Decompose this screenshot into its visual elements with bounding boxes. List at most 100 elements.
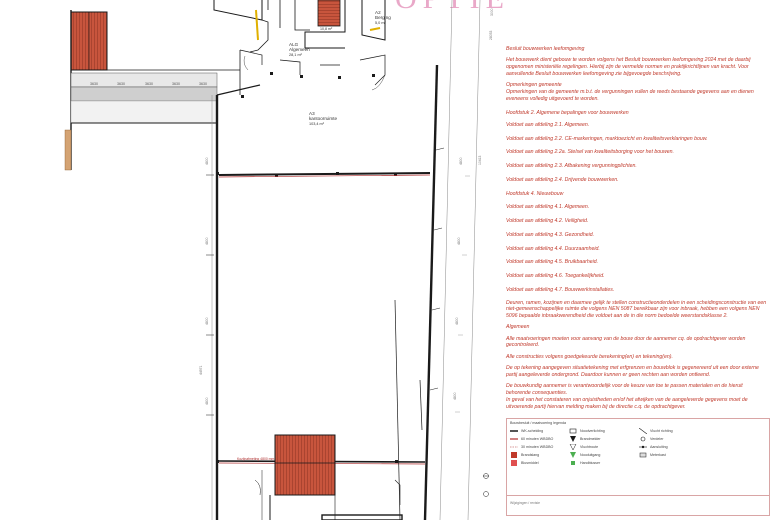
room-alg-name: Algemeen <box>289 47 310 53</box>
legend-item-13: Meterkast <box>639 452 666 458</box>
notes-alg-title: Algemeen <box>506 324 530 331</box>
regulation-notes: Besluit bouwwerken leefomgeving Het bouw… <box>506 46 768 415</box>
upper-left-stair <box>70 11 108 71</box>
legend-label-3: Brandslang <box>521 453 540 457</box>
notes-item-4-6: Voldoet aan afdeling 4.6. Toegankelijkhe… <box>506 273 605 280</box>
legend-item-12: Aansluiting <box>639 444 668 450</box>
dim-left-4: 4800 <box>205 397 209 405</box>
room-a2-area: 5,0 m² <box>375 20 386 25</box>
notes-item-2-3: Voldoet aan afdeling 2.3. Afbakening ver… <box>506 163 637 170</box>
legend-item-2: 30 minuten WBDBO <box>510 444 553 450</box>
legend-label-9: Handblusser <box>580 461 601 465</box>
grid-ticks <box>206 147 445 416</box>
legend-item-3: Brandslang <box>510 452 539 458</box>
legend-label-12: Aansluiting <box>650 445 668 449</box>
legend-label-2: 30 minuten WBDBO <box>521 445 554 449</box>
legend-title: Bouwbesluit / maatvoering legenda <box>510 421 566 425</box>
legend-label-5: Noodverlichting <box>580 429 605 433</box>
legend-label-10: Vlucht richting <box>650 429 673 433</box>
legend-item-8: Nooduitgang <box>569 452 600 458</box>
room-a2-name: Berging <box>375 15 391 21</box>
fire-60-line-icon <box>510 438 518 440</box>
legend-footer: Wijzigingen / revisie <box>510 501 540 505</box>
building-walls <box>211 0 481 520</box>
notes-h2: Hoofdstuk 2. Algemene bepalingen voor bo… <box>506 110 629 117</box>
smoke-detector-icon <box>570 436 576 442</box>
dim-far-right-3: 3000 <box>490 8 494 16</box>
meter-cabinet-icon <box>639 452 647 458</box>
dim-right-3: 4800 <box>455 317 459 325</box>
room-a3-name: kantoorruimte <box>309 116 338 122</box>
legend-item-9: Handblusser <box>569 460 600 466</box>
legend-item-4: Blusmiddel <box>510 460 539 466</box>
notes-item-2-2: Voldoet aan afdeling 2.2. CE-markeringen… <box>506 135 708 142</box>
fire-30-line-icon <box>510 446 518 448</box>
notes-item-2-2a: Voldoet aan afdeling 2.2a. Stelsel van k… <box>506 149 674 156</box>
room-a3-label: A3 kantoorruimte 103,4 m² <box>309 111 337 126</box>
dim-right-4: 4800 <box>453 392 457 400</box>
small-area-label: 10,8 m² <box>320 27 333 31</box>
notes-opm-title: Opmerkingen gemeente <box>506 82 562 89</box>
room-a2-label: A2 Berging 5,0 m² <box>375 10 391 25</box>
dim-far-right-2: 10413 <box>478 155 482 165</box>
fire-hose-icon <box>511 452 517 458</box>
notes-h4: Hoofdstuk 4. Nieuwbouw <box>506 190 564 197</box>
legend-label-11: Verdeler <box>650 437 664 441</box>
notes-opm: Opmerkingen gemeente Opmerkingen van de … <box>506 82 768 102</box>
notes-alg-1: Alle maatvoeringen moeten voor aanvang v… <box>506 335 746 349</box>
dim-left-1: 4800 <box>205 157 209 165</box>
notes-item-4-3: Voldoet aan afdeling 4.3. Gezondheid. <box>506 231 595 238</box>
legend-divider <box>507 495 769 496</box>
dim-top-1: 3630 <box>90 82 98 86</box>
room-a3-area: 103,4 m² <box>309 121 324 126</box>
dim-top-3: 3630 <box>145 82 153 86</box>
fire-separation-lines <box>218 172 431 465</box>
notes-item-2-4: Voldoet aan afdeling 2.4. Drijvende bouw… <box>506 176 619 183</box>
arrow-icon <box>639 428 647 434</box>
notes-item-4-1: Voldoet aan afdeling 4.1. Algemeen. <box>506 204 590 211</box>
notes-item-4-2: Voldoet aan afdeling 4.2. Veiligheid. <box>506 218 589 225</box>
legend-item-1: 60 minuten WBDBO <box>510 436 553 442</box>
legend-item-10: Vlucht richting <box>639 428 673 434</box>
notes-title: Besluit bouwwerken leefomgeving <box>506 46 585 52</box>
emergency-exit-icon <box>570 452 576 458</box>
extinguisher-icon <box>511 460 517 466</box>
legend-box: Bouwbesluit / maatvoering legenda WK-sch… <box>506 418 770 516</box>
columns <box>216 72 398 463</box>
notes-alg-3: De op tekening aangegeven situatietekeni… <box>506 365 759 378</box>
legend-label-6: Brandmelder <box>580 437 601 441</box>
hand-extinguisher-icon <box>571 461 575 465</box>
legend-label-1: 60 minuten WBDBO <box>521 437 554 441</box>
dim-far-right-1: 28053 <box>489 30 493 40</box>
dim-left-total: 44971 <box>199 365 203 375</box>
notes-alg-2: Alle constructies volgens goedgekeurde b… <box>506 353 673 360</box>
dim-right-1: 4800 <box>459 157 463 165</box>
legend-item-11: Verdeler <box>639 436 663 442</box>
legend-label-0: WK-scheiding <box>521 429 544 433</box>
room-alg-area: 28,1 m² <box>289 52 302 57</box>
notes-opm-text: Opmerkingen van de gemeente m.b.t. de ve… <box>506 88 754 102</box>
legend-label-4: Blusmiddel <box>521 461 539 465</box>
notes-alg-4: De bouwkundig aannemer is verantwoordeli… <box>506 383 748 410</box>
dim-top-2: 3630 <box>117 82 125 86</box>
distributor-icon <box>640 436 646 442</box>
legend-label-8: Nooduitgang <box>580 453 601 457</box>
connection-icon <box>639 445 647 449</box>
notes-item-2-1: Voldoet aan afdeling 2.1. Algemeen. <box>506 121 590 128</box>
legend-item-6: Brandmelder <box>569 436 601 442</box>
legend-item-5: Noodverlichting <box>569 428 605 434</box>
lower-stair <box>269 434 336 520</box>
dim-left-2: 4800 <box>205 237 209 245</box>
room-alg-label: ALG Algemeen 28,1 m² <box>289 42 310 57</box>
notes-item-4-5: Voldoet aan afdeling 4.5. Bruikbaarheid. <box>506 259 599 266</box>
notes-deuren: Deuren, ramen, kozijnen en daarmee gelij… <box>506 299 767 320</box>
notes-item-4-4: Voldoet aan afdeling 4.4. Duurzaamheid. <box>506 245 600 252</box>
notes-item-4-7: Voldoet aan afdeling 4.7. Bouwwerkinstal… <box>506 286 615 293</box>
legend-item-7: Vluchtroute <box>569 444 598 450</box>
legend-label-13: Meterkast <box>650 453 666 457</box>
emergency-light-icon <box>569 428 577 434</box>
escape-route-icon <box>569 444 577 450</box>
dim-left-3: 4800 <box>205 317 209 325</box>
notes-intro: Het bouwwerk dient gebouw te worden volg… <box>506 57 751 77</box>
dim-right-2: 4800 <box>457 237 461 245</box>
